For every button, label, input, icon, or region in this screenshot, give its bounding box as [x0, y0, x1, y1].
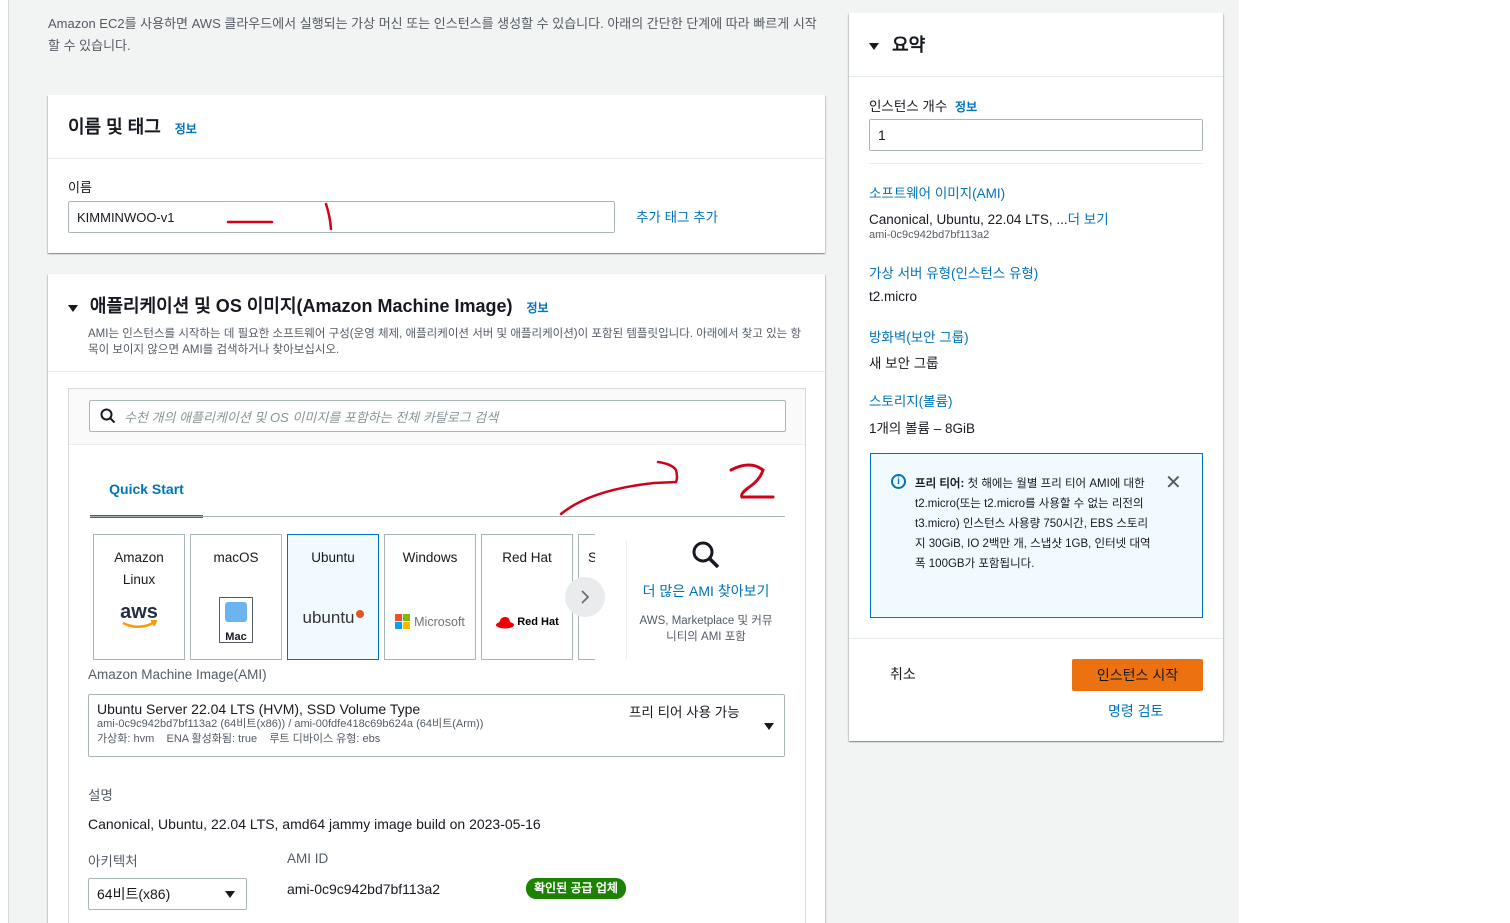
review-commands-link[interactable]: 명령 검토 [1108, 701, 1163, 721]
redhat-logo-icon: Red Hat [482, 611, 572, 633]
software-image-link[interactable]: 소프트웨어 이미지(AMI) [869, 182, 1005, 202]
microsoft-logo-icon: Microsoft [385, 611, 475, 633]
storage-value: 1개의 볼륨 – 8GiB [869, 421, 975, 436]
instance-count-label: 인스턴스 개수 정보 [869, 95, 977, 115]
os-card-label: Amazon Linux [114, 550, 164, 587]
search-icon [100, 408, 116, 424]
summary-title: 요약 [892, 35, 926, 55]
os-card-label: Ubuntu [311, 550, 355, 565]
mac-logo-text: Mac [225, 631, 247, 643]
architecture-select[interactable]: 64비트(x86) [88, 878, 247, 910]
verified-provider-badge: 확인된 공급 업체 [526, 878, 626, 899]
collapse-caret-icon[interactable] [68, 304, 78, 312]
os-card-red-hat[interactable]: Red Hat Red Hat [481, 534, 573, 660]
software-image-text: Canonical, Ubuntu, 22.04 LTS, ... [869, 212, 1068, 227]
summary-divider [869, 163, 1203, 164]
browse-more-amis-sub: AWS, Marketplace 및 커뮤니티의 AMI 포함 [639, 615, 773, 643]
ami-select-caret-icon [764, 723, 774, 730]
instance-count-input[interactable]: 1 [869, 119, 1203, 151]
free-tier-bold: 프리 티어: [915, 478, 965, 490]
carousel-next-button[interactable] [565, 577, 605, 617]
summary-collapse-caret-icon[interactable] [869, 42, 879, 50]
ami-free-tier-label: 프리 티어 사용 가능 [629, 705, 740, 720]
os-card-amazon-linux[interactable]: Amazon Linux aws [93, 534, 185, 660]
tab-quick-start[interactable]: Quick Start [90, 470, 203, 518]
close-icon[interactable]: ✕ [1165, 470, 1182, 495]
redhat-logo-text: Red Hat [517, 616, 559, 628]
ami-header: 애플리케이션 및 OS 이미지(Amazon Machine Image) 정보… [48, 274, 825, 372]
os-card-label: S [588, 547, 595, 569]
summary-header: 요약 [849, 13, 1223, 77]
ami-title: 애플리케이션 및 OS 이미지(Amazon Machine Image) [89, 296, 513, 316]
tab-divider [90, 516, 785, 517]
architecture-caret-icon [225, 891, 235, 898]
instance-type-link[interactable]: 가상 서버 유형(인스턴스 유형) [869, 262, 1038, 282]
info-icon: i [891, 474, 906, 489]
os-card-macos[interactable]: macOS Mac [190, 534, 282, 660]
ami-select-label: Amazon Machine Image(AMI) [88, 667, 267, 682]
instance-count-info-link[interactable]: 정보 [955, 100, 977, 114]
magnifier-icon [692, 541, 720, 569]
os-card-label: macOS [213, 550, 259, 565]
description-label: 설명 [88, 788, 113, 803]
ubuntu-logo-text: ubuntu [302, 608, 355, 627]
os-card-windows[interactable]: Windows Microsoft [384, 534, 476, 660]
chevron-right-icon [581, 590, 590, 604]
os-card-label: Windows [402, 550, 458, 565]
ami-id-label: AMI ID [287, 851, 329, 866]
instance-type-value: t2.micro [869, 289, 918, 304]
name-and-tags-header: 이름 및 태그 정보 [48, 95, 825, 159]
ami-search-bar-area: 수천 개의 애플리케이션 및 OS 이미지를 포함하는 전체 카탈로그 검색 [69, 389, 805, 445]
name-input[interactable]: KIMMINWOO-v1 [68, 201, 615, 233]
software-image-value: Canonical, Ubuntu, 22.04 LTS, ...더 보기 [869, 208, 1109, 228]
name-input-value: KIMMINWOO-v1 [77, 209, 175, 225]
cards-divider [626, 540, 627, 660]
ami-select[interactable]: Ubuntu Server 22.04 LTS (HVM), SSD Volum… [88, 694, 785, 757]
name-field-label: 이름 [68, 180, 92, 195]
free-tier-text: 프리 티어: 첫 해에는 월별 프리 티어 AMI에 대한 t2.micro(또… [915, 474, 1155, 574]
architecture-label: 아키텍처 [88, 854, 138, 869]
microsoft-logo-text: Microsoft [414, 615, 465, 629]
cancel-button[interactable]: 취소 [890, 664, 916, 684]
os-card-ubuntu[interactable]: Ubuntu ubuntu [287, 534, 379, 660]
storage-link[interactable]: 스토리지(볼륨) [869, 390, 953, 410]
ubuntu-logo-icon: ubuntu [288, 607, 378, 629]
left-nav-edge [0, 0, 9, 923]
architecture-value: 64비트(x86) [97, 886, 171, 902]
name-and-tags-title: 이름 및 태그 [68, 117, 161, 137]
os-card-label: Red Hat [502, 550, 552, 565]
free-tier-alert: i 프리 티어: 첫 해에는 월별 프리 티어 AMI에 대한 t2.micro… [870, 453, 1203, 618]
name-tags-info-link[interactable]: 정보 [175, 122, 197, 136]
description-value: Canonical, Ubuntu, 22.04 LTS, amd64 jamm… [88, 816, 541, 832]
more-link[interactable]: 더 보기 [1068, 212, 1109, 227]
aws-logo-icon: aws [94, 601, 184, 631]
ami-info-link[interactable]: 정보 [526, 301, 548, 315]
instance-count-label-text: 인스턴스 개수 [869, 99, 948, 114]
free-tier-body: 첫 해에는 월별 프리 티어 AMI에 대한 t2.micro(또는 t2.mi… [915, 478, 1151, 570]
ami-search-input[interactable]: 수천 개의 애플리케이션 및 OS 이미지를 포함하는 전체 카탈로그 검색 [89, 400, 786, 432]
launch-instance-button[interactable]: 인스턴스 시작 [1072, 659, 1203, 691]
aws-logo-text: aws [120, 601, 158, 623]
add-tag-link[interactable]: 추가 태그 추가 [636, 206, 718, 226]
summary-footer-divider [849, 638, 1223, 639]
firewall-link[interactable]: 방화벽(보안 그룹) [869, 326, 969, 346]
ami-id-value: ami-0c9c942bd7bf113a2 [287, 881, 441, 897]
browse-more-amis[interactable]: 더 많은 AMI 찾아보기 AWS, Marketplace 및 커뮤니티의 A… [636, 540, 776, 645]
software-image-id: ami-0c9c942bd7bf113a2 [869, 229, 990, 241]
mac-logo-icon: Mac [191, 597, 281, 643]
ami-description: AMI는 인스턴스를 시작하는 데 필요한 소프트웨어 구성(운영 체제, 애플… [88, 328, 802, 356]
firewall-value: 새 보안 그룹 [869, 356, 939, 371]
browse-more-amis-link[interactable]: 더 많은 AMI 찾아보기 [636, 581, 776, 601]
instance-count-value: 1 [878, 127, 886, 143]
search-placeholder: 수천 개의 애플리케이션 및 OS 이미지를 포함하는 전체 카탈로그 검색 [124, 409, 499, 425]
ami-select-meta: 가상화: hvm ENA 활성화됨: true 루트 디바이스 유형: ebs [97, 733, 381, 745]
page-description: Amazon EC2를 사용하면 AWS 클라우드에서 실행되는 가상 머신 또… [48, 16, 817, 53]
